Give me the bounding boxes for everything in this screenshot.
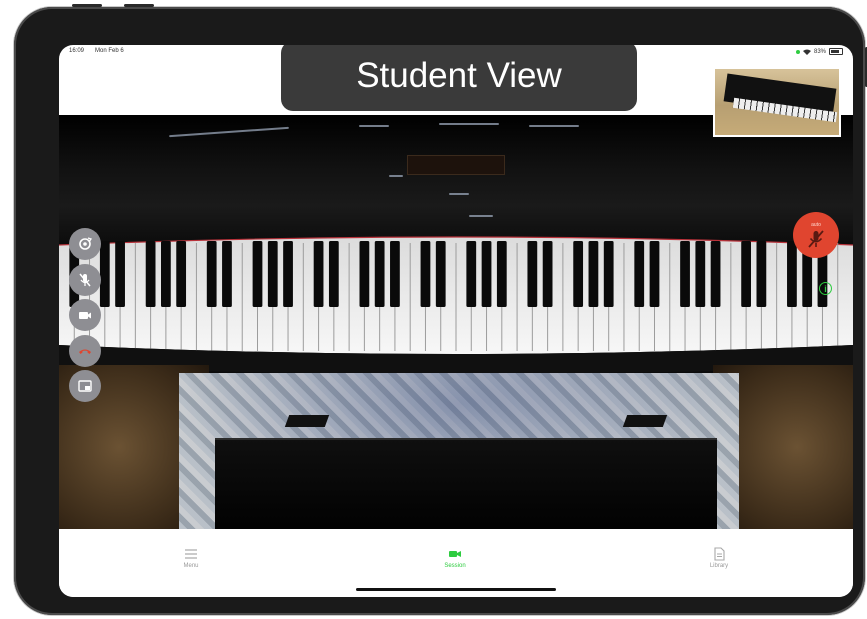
piano-keyboard <box>59 236 853 374</box>
wifi-icon <box>802 49 811 55</box>
tab-session[interactable]: Session <box>425 547 485 569</box>
tab-menu-label: Menu <box>183 563 199 569</box>
tab-session-label: Session <box>444 563 466 569</box>
mic-slash-icon <box>808 229 824 248</box>
battery-icon <box>829 48 843 55</box>
camera-active-dot-icon <box>795 49 800 54</box>
tab-library-label: Library <box>709 563 729 569</box>
home-indicator[interactable] <box>356 588 556 591</box>
tab-menu[interactable]: Menu <box>161 547 221 569</box>
status-indicators: 83% <box>795 48 843 55</box>
view-title: Student View <box>356 56 562 95</box>
battery-percent: 83% <box>813 48 826 55</box>
camera-toggle-button[interactable] <box>69 299 101 331</box>
remote-video-feed[interactable]: auto i <box>59 115 853 529</box>
status-time: 16:09 <box>69 48 85 54</box>
video-camera-icon <box>449 551 461 557</box>
tab-bar: Menu Session Library <box>59 529 853 597</box>
piano-bench <box>215 438 717 529</box>
self-view-thumbnail[interactable] <box>713 67 841 137</box>
status-date: Mon Feb 6 <box>95 48 124 54</box>
view-title-banner: Student View <box>281 45 637 111</box>
list-icon <box>185 549 197 559</box>
end-call-icon <box>79 349 91 354</box>
picture-in-picture-button[interactable] <box>69 370 101 402</box>
info-button[interactable]: i <box>819 282 832 295</box>
flip-camera-icon <box>79 237 93 250</box>
tab-library[interactable]: Library <box>689 547 749 569</box>
app-screen: 16:09 Mon Feb 6 83% auto i Student View … <box>59 45 853 597</box>
flip-camera-button[interactable] <box>69 228 101 260</box>
microphone-button[interactable] <box>69 264 101 296</box>
volume-button <box>72 4 102 7</box>
document-icon <box>714 547 725 561</box>
picture-in-picture-icon <box>78 380 92 392</box>
video-camera-icon <box>79 312 91 319</box>
info-icon: i <box>824 283 827 294</box>
mic-off-icon <box>79 273 91 287</box>
piano-brand-plate <box>407 155 505 175</box>
end-call-button[interactable] <box>69 335 101 367</box>
tablet-frame: 16:09 Mon Feb 6 83% auto i Student View … <box>14 4 867 615</box>
volume-button-2 <box>124 4 154 7</box>
mute-toggle-button[interactable]: auto <box>793 212 839 258</box>
mute-badge-label: auto <box>811 221 821 228</box>
